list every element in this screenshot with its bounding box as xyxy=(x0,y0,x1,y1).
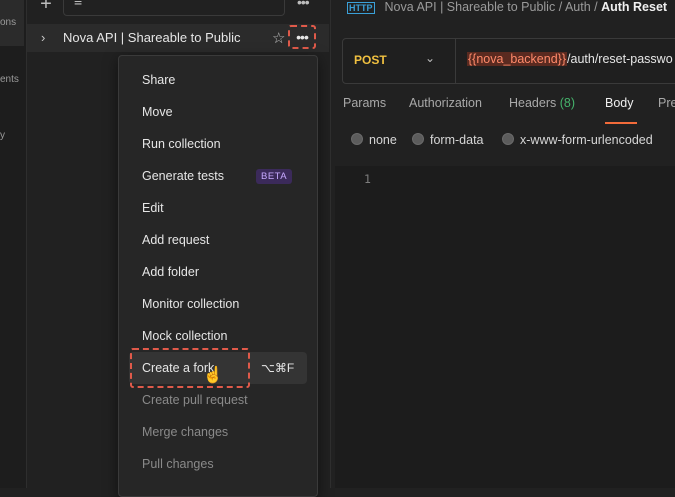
menu-item-label: Edit xyxy=(142,201,164,215)
url-path: /auth/reset-passwo xyxy=(567,52,673,66)
radio-label: x-www-form-urlencoded xyxy=(520,133,653,147)
method-select[interactable]: POST xyxy=(354,53,387,67)
radio-label: none xyxy=(369,133,397,147)
menu-item-label: Monitor collection xyxy=(142,297,240,311)
hand-cursor-icon: ☝ xyxy=(203,367,223,384)
radio-icon[interactable] xyxy=(412,133,424,145)
menu-item-create-pull-request: Create pull request xyxy=(119,384,317,416)
http-icon: HTTP xyxy=(347,2,375,14)
more-options-icon[interactable]: ••• xyxy=(297,0,310,10)
breadcrumb: HTTP Nova API | Shareable to Public / Aut… xyxy=(347,0,667,16)
menu-item-label: Mock collection xyxy=(142,329,228,343)
radio-icon[interactable] xyxy=(351,133,363,145)
url-input[interactable]: {{nova_backend}}/auth/reset-passwo xyxy=(467,52,673,66)
menu-item-move[interactable]: Move xyxy=(119,96,317,128)
tab-body[interactable]: Body xyxy=(605,96,634,110)
menu-item-add-request[interactable]: Add request xyxy=(119,224,317,256)
search-input[interactable]: ≡ xyxy=(63,0,285,16)
shortcut-hint: ⌥⌘F xyxy=(261,361,295,375)
menu-item-label: Add folder xyxy=(142,265,199,279)
star-icon[interactable]: ☆ xyxy=(272,29,285,47)
rail-label-environments[interactable]: ents xyxy=(0,74,19,85)
tab-params[interactable]: Params xyxy=(343,96,386,110)
menu-item-pull-changes: Pull changes xyxy=(119,448,317,480)
divider xyxy=(455,39,456,83)
tab-authorization[interactable]: Authorization xyxy=(409,96,482,110)
rail-label-collections: ons xyxy=(0,17,17,28)
add-icon[interactable]: + xyxy=(34,0,58,16)
collection-name: Nova API | Shareable to Public xyxy=(63,30,241,45)
collection-more-button[interactable]: ••• xyxy=(288,25,316,49)
breadcrumb-folder[interactable]: Auth xyxy=(565,0,591,14)
body-type-form-data[interactable]: form-data xyxy=(412,133,484,147)
radio-label: form-data xyxy=(430,133,484,147)
menu-item-monitor-collection[interactable]: Monitor collection xyxy=(119,288,317,320)
left-rail: ons ents y xyxy=(0,0,27,488)
tab-headers[interactable]: Headers (8) xyxy=(509,96,575,110)
breadcrumb-separator: / xyxy=(590,0,602,14)
beta-badge: BETA xyxy=(256,169,293,184)
filter-icon[interactable]: ≡ xyxy=(74,0,82,9)
rail-label-history[interactable]: y xyxy=(0,130,5,141)
url-variable: {{nova_backend}} xyxy=(467,52,568,66)
breadcrumb-current[interactable]: Auth Reset xyxy=(601,0,667,14)
url-bar: POST ⌄ {{nova_backend}}/auth/reset-passw… xyxy=(342,38,675,84)
highlight-box xyxy=(130,348,250,388)
tab-headers-label: Headers xyxy=(509,96,557,110)
collection-context-menu: Share Move Run collection Generate tests… xyxy=(118,55,318,497)
body-type-urlencoded[interactable]: x-www-form-urlencoded xyxy=(502,133,653,147)
line-number: 1 xyxy=(364,172,371,186)
active-tab-indicator xyxy=(605,122,637,124)
menu-item-generate-tests[interactable]: Generate tests BETA xyxy=(119,160,317,192)
menu-item-label: Add request xyxy=(142,233,210,247)
breadcrumb-separator: / xyxy=(555,0,565,14)
menu-item-label: Pull changes xyxy=(142,457,214,471)
request-panel: HTTP Nova API | Shareable to Public / Aut… xyxy=(330,0,675,488)
menu-item-label: Move xyxy=(142,105,173,119)
rail-item-collections[interactable]: ons xyxy=(0,0,24,46)
body-editor[interactable]: 1 xyxy=(335,166,675,488)
headers-count: (8) xyxy=(559,96,576,110)
radio-icon[interactable] xyxy=(502,133,514,145)
chevron-down-icon[interactable]: ⌄ xyxy=(425,51,435,65)
menu-item-edit[interactable]: Edit xyxy=(119,192,317,224)
menu-item-label: Create pull request xyxy=(142,393,248,407)
menu-item-merge-changes: Merge changes xyxy=(119,416,317,448)
menu-item-label: Run collection xyxy=(142,137,221,151)
sidebar-toolbar: + ≡ ••• xyxy=(27,0,329,20)
tab-pre-request[interactable]: Pre xyxy=(658,96,675,110)
menu-item-add-folder[interactable]: Add folder xyxy=(119,256,317,288)
body-type-none[interactable]: none xyxy=(351,133,397,147)
breadcrumb-collection[interactable]: Nova API | Shareable to Public xyxy=(385,0,556,14)
menu-item-share[interactable]: Share xyxy=(119,64,317,96)
menu-item-label: Generate tests xyxy=(142,169,224,183)
menu-item-run-collection[interactable]: Run collection xyxy=(119,128,317,160)
menu-item-label: Share xyxy=(142,73,176,87)
menu-item-label: Merge changes xyxy=(142,425,229,439)
chevron-right-icon[interactable]: › xyxy=(41,30,45,45)
collection-row[interactable]: › Nova API | Shareable to Public ☆ ••• xyxy=(27,24,329,52)
